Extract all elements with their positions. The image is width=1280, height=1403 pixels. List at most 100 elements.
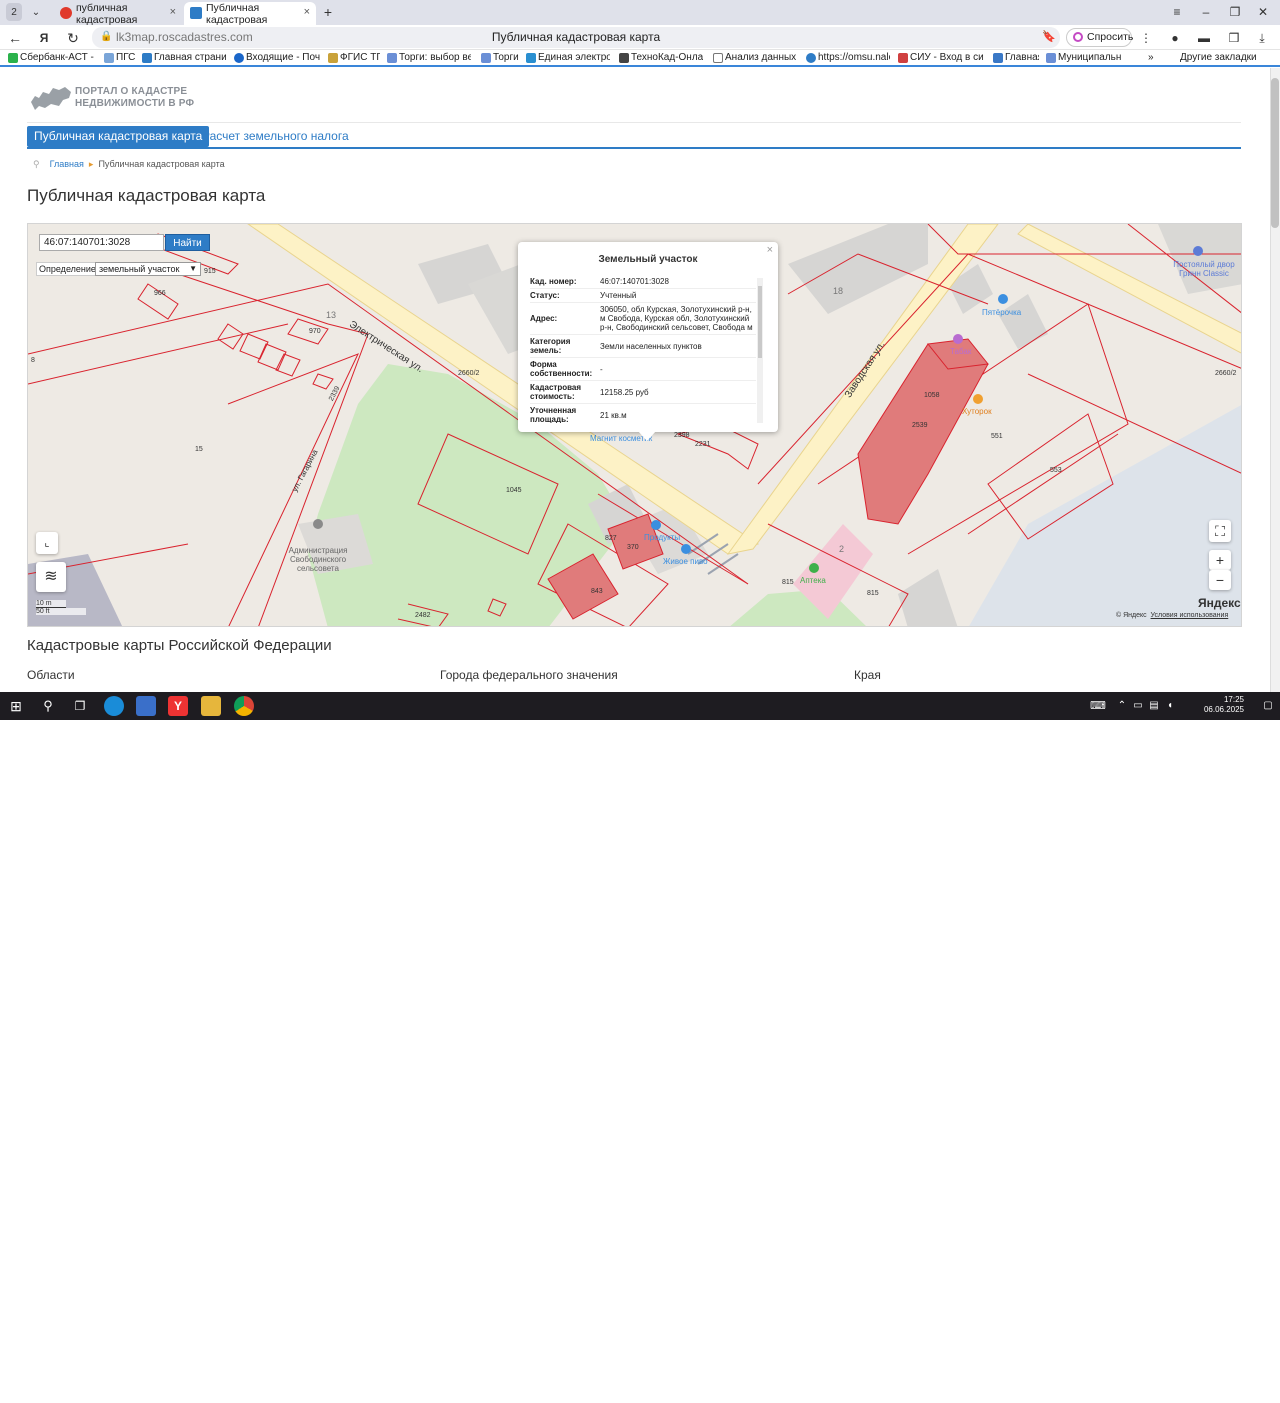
column-heading-federal-cities: Города федерального значения xyxy=(440,668,618,682)
poi-label[interactable]: Аптека xyxy=(800,576,826,585)
ruler-icon[interactable]: ⌞ xyxy=(36,532,58,554)
food-marker-icon[interactable] xyxy=(973,394,983,404)
yandex-logo[interactable]: Яндекс xyxy=(1198,596,1241,610)
shop-marker-icon[interactable] xyxy=(651,520,661,530)
language-indicator[interactable]: РУС xyxy=(1180,1393,1198,1403)
nav-tab-land-tax[interactable]: Расчет земельного налога xyxy=(202,126,349,147)
close-tab-icon[interactable]: × xyxy=(170,6,176,18)
zoom-out-icon[interactable]: − xyxy=(1209,570,1231,590)
parcel-number: 915 xyxy=(204,268,216,275)
popup-row: Статус: Учтенный xyxy=(530,289,756,303)
tab-list-chevron-icon[interactable]: ⌄ xyxy=(26,3,46,21)
collections-icon[interactable]: ❒ xyxy=(1224,28,1244,48)
zoom-in-icon[interactable]: + xyxy=(1209,550,1231,570)
breadcrumb: ⚲ Главная ▸ Публичная кадастровая карта xyxy=(33,159,225,170)
notifications-icon[interactable]: ▢ xyxy=(1258,696,1278,716)
url-box[interactable]: 🔒 lk3map.roscadastres.com Публичная када… xyxy=(92,27,1060,48)
volume-icon[interactable]: ◖ xyxy=(1160,696,1180,716)
bookmark-item[interactable]: Главная страниц... xyxy=(142,52,226,63)
bookmark-item[interactable]: ТехноКад-Онлайн xyxy=(619,52,703,63)
bookmark-item[interactable]: Единая электрон... xyxy=(526,52,610,63)
parcel-number: 8 xyxy=(31,357,35,364)
extension-icon[interactable]: ● xyxy=(1165,28,1185,48)
yandex-browser-icon[interactable]: Y xyxy=(168,696,188,716)
parcel-info-popup: × Земельный участок Кад. номер: 46:07:140… xyxy=(518,242,778,441)
other-bookmarks[interactable]: Другие закладки xyxy=(1180,52,1274,63)
close-tab-icon[interactable]: × xyxy=(304,6,310,18)
bookmark-icon[interactable]: 🔖 xyxy=(1042,30,1056,43)
file-explorer-icon[interactable] xyxy=(201,696,221,716)
close-window-icon[interactable]: ✕ xyxy=(1252,3,1274,21)
bookmark-item[interactable]: ФГИС ТП xyxy=(328,52,380,63)
shop-marker-icon[interactable] xyxy=(998,294,1008,304)
popup-scrollbar-thumb[interactable] xyxy=(758,286,762,358)
fullscreen-icon[interactable]: ⛶ xyxy=(1209,520,1231,542)
bookmark-item[interactable]: ПГС xyxy=(104,52,136,63)
poi-label[interactable]: Постоялый двор Гринн Classic xyxy=(1164,260,1241,278)
breadcrumb-home[interactable]: Главная xyxy=(50,159,84,169)
find-button[interactable]: Найти xyxy=(165,234,210,251)
bookmark-item[interactable]: СИУ - Вход в сист... xyxy=(898,52,984,63)
page-icon xyxy=(713,53,723,63)
tab-counter[interactable]: 2 xyxy=(6,3,22,21)
parcel-number: 827 xyxy=(605,535,617,542)
poi-label[interactable]: Продукты xyxy=(644,533,680,542)
parcel-number: 843 xyxy=(591,588,603,595)
bookmark-item[interactable]: Торги xyxy=(481,52,521,63)
bookmark-item[interactable]: Входящие - Почта xyxy=(234,52,320,63)
menu-icon[interactable]: ≡ xyxy=(1166,3,1188,21)
parcel-number: 1058 xyxy=(924,392,940,399)
windows-start-icon[interactable]: ⊞ xyxy=(6,696,26,716)
bookmark-item[interactable]: Муниципальны... xyxy=(1046,52,1122,63)
nav-tab-cadastral-map[interactable]: Публичная кадастровая карта xyxy=(27,126,210,147)
column-heading-territories: Края xyxy=(854,668,881,682)
new-tab-icon[interactable]: + xyxy=(320,3,336,21)
layers-icon[interactable]: ≋ xyxy=(36,562,66,592)
cadastral-map[interactable]: Электрическая ул. Заводская ул. ул. Гага… xyxy=(27,223,1242,627)
restore-icon[interactable]: ❐ xyxy=(1224,3,1246,21)
chrome-icon[interactable] xyxy=(234,696,254,716)
back-icon[interactable]: ← xyxy=(5,28,25,48)
pharmacy-marker-icon[interactable] xyxy=(809,563,819,573)
minimize-icon[interactable]: – xyxy=(1195,3,1217,21)
poi-label[interactable]: Табак xyxy=(950,347,971,356)
location-pin-icon: ⚲ xyxy=(33,159,40,169)
tab-active[interactable]: Публичная кадастровая × xyxy=(184,2,316,26)
beer-marker-icon[interactable] xyxy=(681,544,691,554)
more-bookmarks-icon[interactable]: » xyxy=(1148,52,1160,63)
download-arrow-icon[interactable]: ⤓ xyxy=(1252,28,1272,48)
definition-label: Определение xyxy=(36,262,99,276)
yandex-favicon-icon xyxy=(60,7,72,19)
bookmark-favicon-icon xyxy=(526,53,536,63)
bookmark-item[interactable]: Главная xyxy=(993,52,1039,63)
ask-button[interactable]: Спросить xyxy=(1066,28,1133,47)
tab-inactive[interactable]: публичная кадастровая × xyxy=(54,2,182,26)
tobacco-marker-icon[interactable] xyxy=(953,334,963,344)
poi-label[interactable]: Хуторок xyxy=(962,407,992,416)
hotel-marker-icon[interactable] xyxy=(1193,246,1203,256)
poi-label[interactable]: Живое пиво xyxy=(663,557,708,566)
edge-icon[interactable] xyxy=(104,696,124,716)
site-logo-text[interactable]: ПОРТАЛ О КАДАСТРЕ НЕДВИЖИМОСТИ В РФ xyxy=(75,86,194,110)
poi-label[interactable]: Пятёрочка xyxy=(982,308,1021,317)
cadastral-search-input[interactable]: 46:07:140701:3028 xyxy=(39,234,164,251)
definition-select[interactable]: земельный участок ▼ xyxy=(95,262,201,276)
bookmark-item[interactable]: Торги: выбор вер... xyxy=(387,52,471,63)
page-scrollbar-thumb[interactable] xyxy=(1271,78,1279,228)
store-icon[interactable] xyxy=(136,696,156,716)
poi-label[interactable]: Администрация Свободинского сельсовета xyxy=(283,546,353,573)
clock[interactable]: 17:25 06.06.2025 xyxy=(1196,695,1244,715)
reload-icon[interactable]: ↻ xyxy=(63,28,83,48)
task-view-icon[interactable]: ❐ xyxy=(70,696,90,716)
keyboard-icon[interactable]: ⌨ xyxy=(1088,696,1108,716)
bookmark-item[interactable]: Сбербанк-АСТ - ... xyxy=(8,52,96,63)
bookmark-item[interactable]: Анализ данных об... xyxy=(713,52,799,63)
downloads-icon[interactable]: ▬ xyxy=(1194,28,1214,48)
bookmark-item[interactable]: https://omsu.nalo... xyxy=(806,52,890,63)
admin-marker-icon[interactable] xyxy=(313,519,323,529)
more-icon[interactable]: ⋮ xyxy=(1136,28,1156,48)
terms-link[interactable]: Условия использования xyxy=(1151,612,1229,619)
page-heading: Публичная кадастровая карта xyxy=(27,186,266,205)
search-icon[interactable]: ⚲ xyxy=(38,696,58,716)
yandex-icon[interactable]: Я xyxy=(34,28,54,48)
